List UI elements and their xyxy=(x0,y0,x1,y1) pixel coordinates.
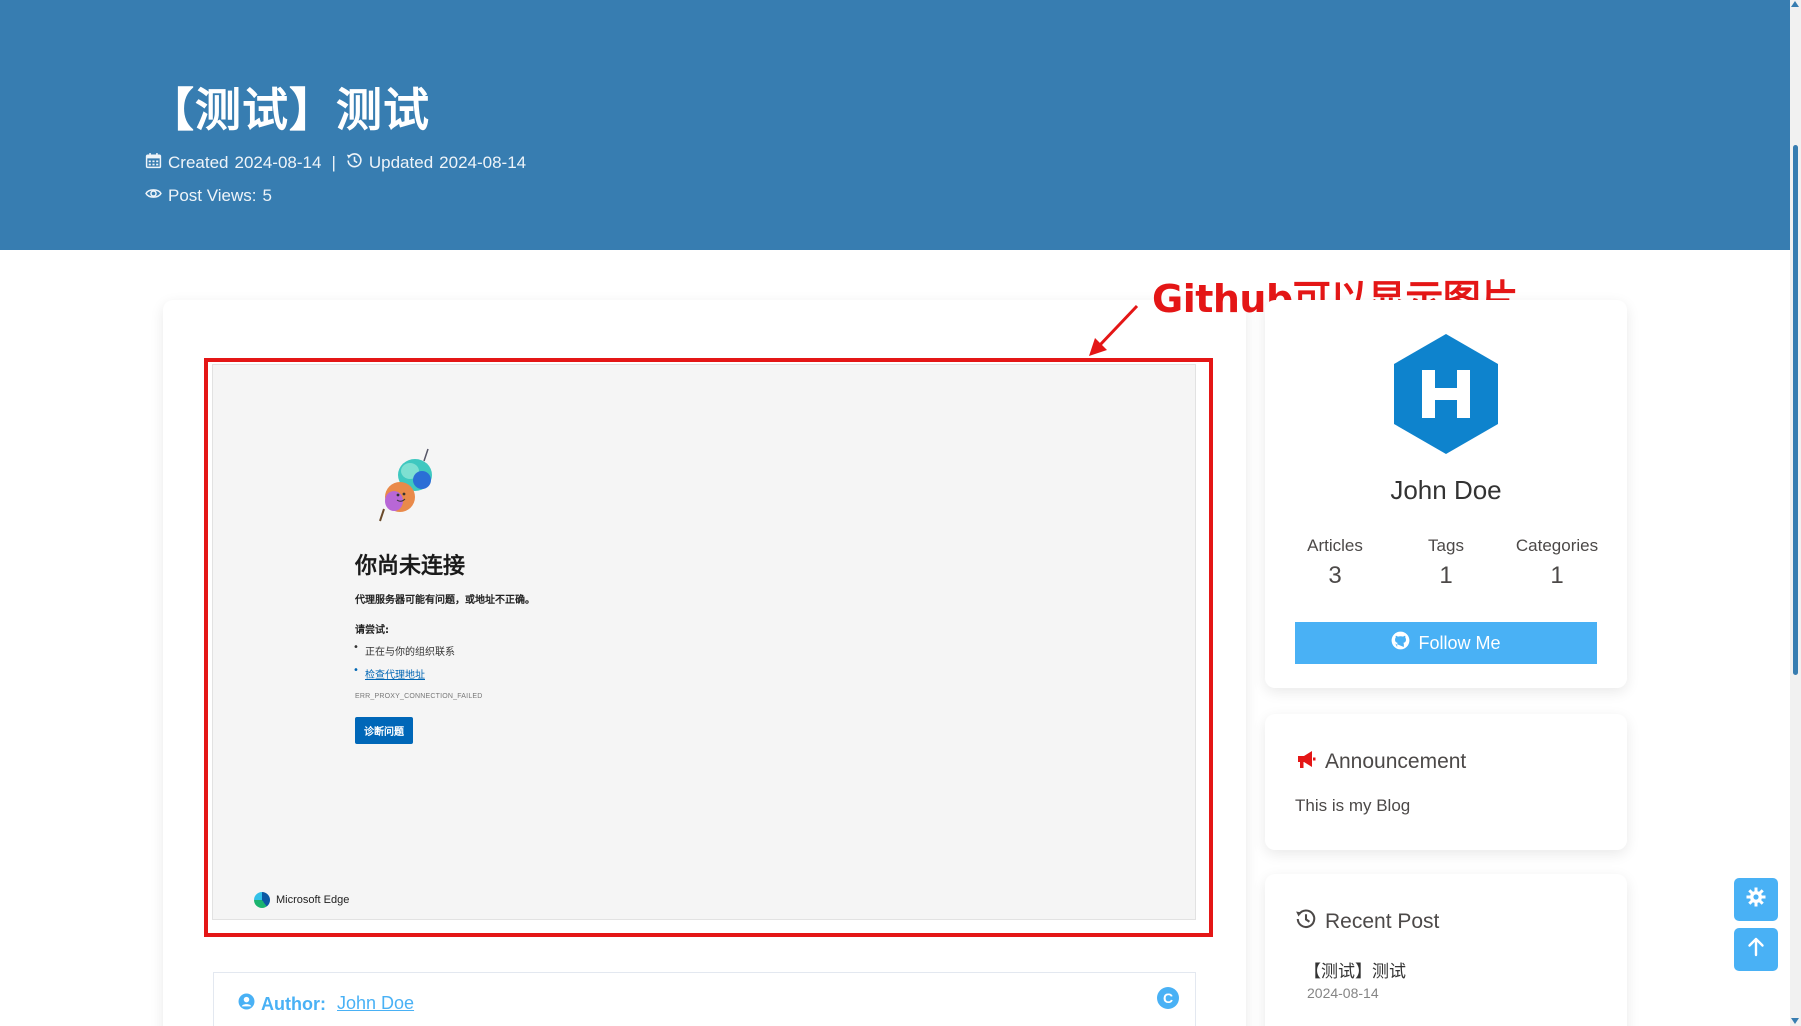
stat-categories[interactable]: Categories 1 xyxy=(1507,536,1607,590)
views-count: 5 xyxy=(262,186,272,205)
gear-icon xyxy=(1745,886,1767,913)
post-meta-dates: Created 2024-08-14 | Updated 2024-08-14 xyxy=(145,152,526,174)
announcement-title: Announcement xyxy=(1325,750,1467,773)
scroll-down-arrow[interactable] xyxy=(1791,1018,1799,1024)
meta-separator: | xyxy=(331,153,336,172)
github-icon xyxy=(1391,631,1410,655)
recent-post-date: 2024-08-14 xyxy=(1307,985,1379,1001)
stat-label: Tags xyxy=(1428,536,1464,555)
scroll-up-arrow[interactable] xyxy=(1791,1,1799,7)
created-date: 2024-08-14 xyxy=(234,153,322,172)
updated-date: 2024-08-14 xyxy=(439,153,527,172)
announcement-card: Announcement This is my Blog xyxy=(1265,714,1627,850)
eye-icon xyxy=(145,185,162,207)
post-copyright-box: Author: John Doe C xyxy=(213,972,1196,1026)
post-title: 【测试】测试 xyxy=(148,83,430,137)
back-to-top-button[interactable] xyxy=(1734,928,1778,971)
history-icon xyxy=(1295,908,1317,936)
post-meta-views: Post Views: 5 xyxy=(145,185,272,207)
recent-post-heading: Recent Post xyxy=(1295,908,1439,936)
avatar[interactable] xyxy=(1391,332,1501,456)
page-scrollbar[interactable] xyxy=(1790,0,1801,1026)
created-label: Created xyxy=(168,153,229,172)
profile-name: John Doe xyxy=(1390,475,1502,505)
history-icon xyxy=(346,152,363,174)
settings-button[interactable] xyxy=(1734,878,1778,921)
calendar-icon xyxy=(145,152,162,174)
arrow-up-icon xyxy=(1745,936,1767,963)
author-info-card: John Doe Articles 3 Tags 1 Categories 1 … xyxy=(1265,300,1627,688)
stat-label: Categories xyxy=(1515,536,1599,555)
annotation-highlight-box xyxy=(204,358,1213,937)
stat-label: Articles xyxy=(1307,536,1363,555)
announcement-heading: Announcement xyxy=(1295,748,1466,776)
author-label-text: Author: xyxy=(261,993,326,1014)
stat-value: 3 xyxy=(1328,562,1342,589)
announcement-text: This is my Blog xyxy=(1295,796,1411,815)
post-header: 【测试】测试 Created 2024-08-14 | Updated 2024… xyxy=(0,0,1790,250)
recent-post-title: Recent Post xyxy=(1325,910,1440,933)
updated-label: Updated xyxy=(368,153,434,172)
recent-post-card: Recent Post 【测试】测试 2024-08-14 xyxy=(1265,874,1627,1026)
scroll-thumb[interactable] xyxy=(1793,145,1798,675)
stat-tags[interactable]: Tags 1 xyxy=(1396,536,1496,590)
stat-value: 1 xyxy=(1439,562,1453,589)
follow-me-button[interactable]: Follow Me xyxy=(1295,622,1597,664)
follow-me-label: Follow Me xyxy=(1418,632,1501,653)
stat-articles[interactable]: Articles 3 xyxy=(1285,536,1385,590)
author-label: Author: xyxy=(238,993,326,1015)
views-label: Post Views: xyxy=(168,186,257,205)
bullhorn-icon xyxy=(1295,748,1317,776)
author-link[interactable]: John Doe xyxy=(337,993,414,1014)
stat-value: 1 xyxy=(1550,562,1564,589)
profile-stats: Articles 3 Tags 1 Categories 1 xyxy=(1285,536,1607,590)
recent-post-link[interactable]: 【测试】测试 xyxy=(1304,957,1406,982)
annotation-arrow-icon xyxy=(1089,304,1139,356)
copyright-icon: C xyxy=(1157,987,1179,1009)
user-circle-icon xyxy=(238,993,255,1015)
